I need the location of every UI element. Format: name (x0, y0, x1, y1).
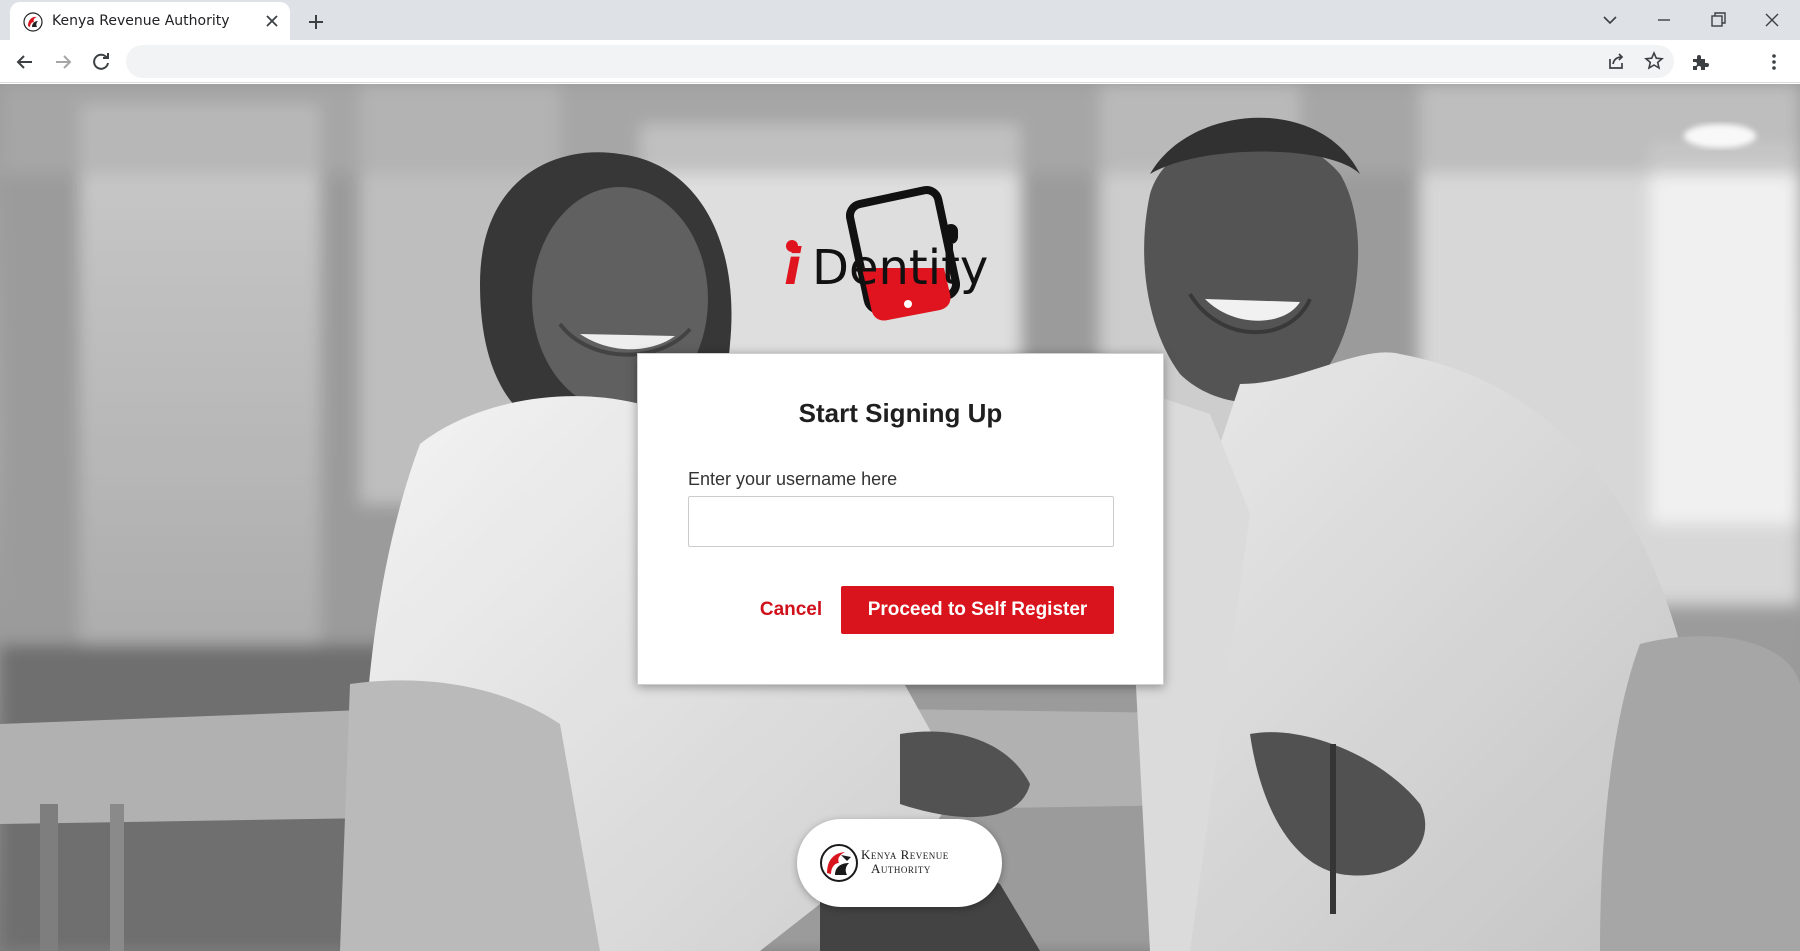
browser-toolbar (0, 40, 1800, 83)
kra-wordmark: Kenya Revenue Authority (861, 848, 949, 876)
forward-arrow-icon[interactable] (51, 50, 75, 74)
restore-icon[interactable] (1704, 6, 1732, 34)
back-arrow-icon[interactable] (13, 50, 37, 74)
kra-line2: Authority (871, 861, 931, 876)
logo-letter-i: i (784, 238, 802, 296)
signup-card: Start Signing Up Enter your username her… (637, 353, 1164, 685)
kra-badge: Kenya Revenue Authority (797, 819, 1002, 907)
cancel-button[interactable]: Cancel (724, 586, 858, 634)
browser-tabstrip: Kenya Revenue Authority (0, 0, 1800, 40)
identity-logo: i Dentity (784, 186, 988, 321)
page-viewport: i Dentity Start Signing Up Enter your us… (0, 84, 1800, 951)
tab-title: Kenya Revenue Authority (52, 13, 230, 29)
more-vert-icon[interactable] (1762, 50, 1786, 74)
close-icon[interactable] (262, 11, 282, 31)
chevron-down-icon[interactable] (1596, 6, 1624, 34)
address-bar[interactable] (126, 45, 1674, 78)
plus-icon[interactable] (304, 10, 328, 34)
minimize-icon[interactable] (1650, 6, 1678, 34)
share-icon[interactable] (1604, 49, 1628, 73)
proceed-button[interactable]: Proceed to Self Register (841, 586, 1114, 634)
browser-tab[interactable]: Kenya Revenue Authority (10, 2, 290, 40)
star-icon[interactable] (1642, 49, 1666, 73)
kra-line1: Kenya Revenue (861, 847, 949, 862)
kra-favicon-icon (23, 12, 43, 32)
reload-icon[interactable] (89, 50, 113, 74)
username-label: Enter your username here (688, 469, 898, 489)
logo-wordmark: Dentity (812, 240, 988, 296)
lion-emblem-icon (820, 844, 858, 882)
close-window-icon[interactable] (1758, 6, 1786, 34)
username-input[interactable] (688, 496, 1114, 547)
card-title: Start Signing Up (798, 398, 1003, 428)
puzzle-icon[interactable] (1688, 50, 1712, 74)
